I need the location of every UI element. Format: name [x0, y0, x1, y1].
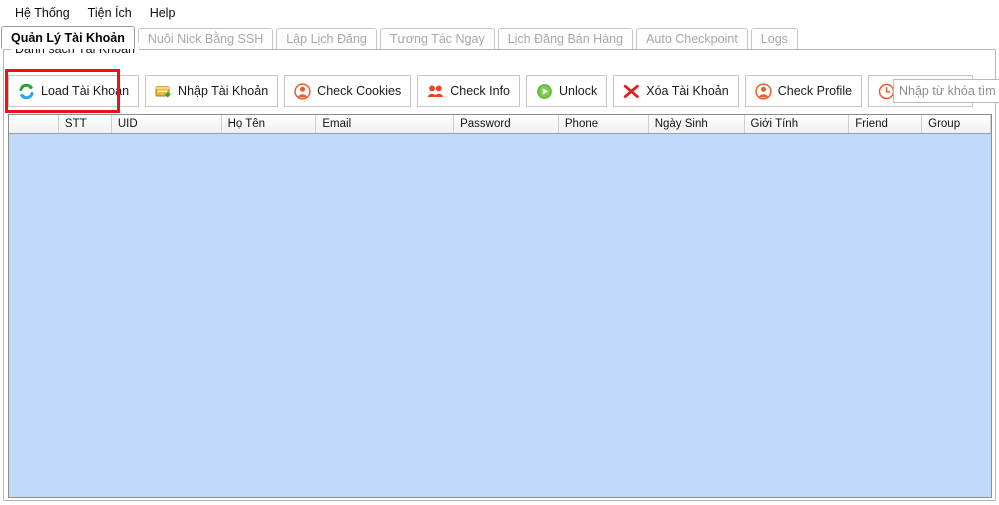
refresh-sync-icon: [18, 83, 35, 100]
nhap-tai-khoan-button[interactable]: Nhập Tài Khoản: [145, 75, 279, 107]
account-list-groupbox: Danh sách Tài Khoản Load Tài Khoản Nhập …: [3, 42, 996, 501]
red-x-icon: [623, 83, 640, 100]
accounts-data-grid[interactable]: STT UID Họ Tên Email Password Phone Ngày…: [8, 114, 992, 498]
nhap-tai-khoan-label: Nhập Tài Khoản: [178, 83, 269, 98]
check-cookies-label: Check Cookies: [317, 83, 402, 98]
grid-column-header-friend[interactable]: Friend: [849, 115, 923, 133]
grid-column-header-email[interactable]: Email: [316, 115, 455, 133]
xoa-tai-khoan-label: Xóa Tài Khoản: [646, 83, 729, 98]
user-circle-icon: [294, 82, 311, 100]
grid-column-header-group[interactable]: Group: [922, 115, 991, 133]
grid-column-header-ngay-sinh[interactable]: Ngày Sinh: [648, 115, 745, 133]
search-input[interactable]: [893, 79, 999, 103]
menu-item-help[interactable]: Help: [141, 3, 185, 23]
tab-strip: Quản Lý Tài Khoản Nuôi Nick Bằng SSH Lập…: [0, 26, 999, 49]
grid-column-header-uid[interactable]: UID: [111, 115, 222, 133]
unlock-label: Unlock: [559, 83, 598, 98]
tab-logs[interactable]: Logs: [750, 28, 798, 49]
import-folder-icon: [155, 83, 172, 100]
grid-column-header-gioi-tinh[interactable]: Giới Tính: [744, 115, 850, 133]
grid-column-header-ho-ten[interactable]: Họ Tên: [221, 115, 317, 133]
check-profile-label: Check Profile: [777, 83, 853, 98]
play-circle-icon: [536, 83, 553, 100]
user-circle-icon: [755, 82, 772, 100]
tab-lap-lich-dang[interactable]: Lập Lịch Đăng: [276, 28, 377, 49]
check-cookies-button[interactable]: Check Cookies: [284, 75, 412, 107]
two-users-icon: [427, 83, 444, 100]
grid-column-header-phone[interactable]: Phone: [558, 115, 649, 133]
grid-column-header-select[interactable]: [9, 115, 59, 133]
check-info-label: Check Info: [450, 83, 511, 98]
search-field-wrapper: [893, 79, 999, 103]
load-tai-khoan-label: Load Tài Khoản: [41, 83, 130, 98]
check-info-button[interactable]: Check Info: [417, 75, 521, 107]
tab-auto-checkpoint[interactable]: Auto Checkpoint: [636, 28, 748, 49]
application-window: Hệ Thống Tiện Ích Help Quản Lý Tài Khoản…: [0, 0, 999, 505]
tab-nuoi-nick-bang-ssh[interactable]: Nuôi Nick Bằng SSH: [137, 28, 274, 49]
xoa-tai-khoan-button[interactable]: Xóa Tài Khoản: [613, 75, 739, 107]
grid-column-header-stt[interactable]: STT: [58, 115, 112, 133]
check-profile-button[interactable]: Check Profile: [744, 75, 863, 107]
menu-item-tien-ich[interactable]: Tiện Ích: [79, 3, 141, 23]
unlock-button[interactable]: Unlock: [526, 75, 608, 107]
menu-item-he-thong[interactable]: Hệ Thống: [6, 3, 79, 23]
tab-quan-ly-tai-khoan[interactable]: Quản Lý Tài Khoản: [1, 26, 135, 49]
grid-header-row: STT UID Họ Tên Email Password Phone Ngày…: [9, 115, 991, 134]
grid-column-header-password[interactable]: Password: [454, 115, 559, 133]
tab-tuong-tac-ngay[interactable]: Tương Tác Ngay: [379, 28, 495, 49]
menu-bar: Hệ Thống Tiện Ích Help: [0, 0, 999, 26]
toolbar: Load Tài Khoản Nhập Tài Khoản Check Cook…: [8, 72, 993, 110]
tab-lich-dang-ban-hang[interactable]: Lịch Đăng Bán Hàng: [497, 28, 634, 49]
load-tai-khoan-button[interactable]: Load Tài Khoản: [8, 75, 140, 107]
grid-body-empty[interactable]: [9, 134, 991, 497]
